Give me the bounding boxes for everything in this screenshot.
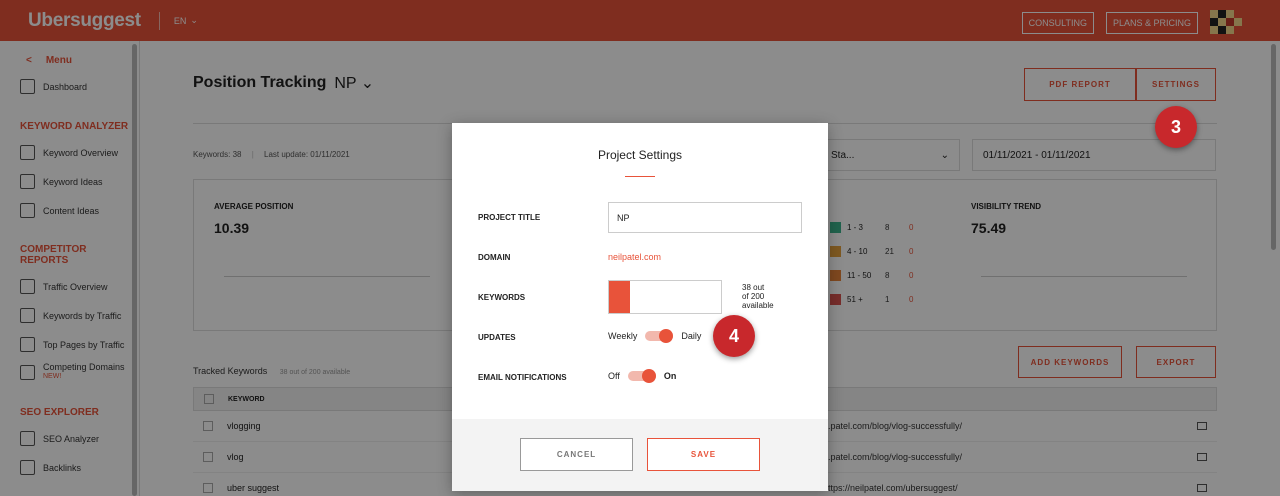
keywords-note-line: available xyxy=(742,301,774,310)
step-badge-3: 3 xyxy=(1155,106,1197,148)
updates-label: UPDATES xyxy=(478,333,516,342)
updates-daily-label: Daily xyxy=(681,331,702,341)
keywords-usage-bar xyxy=(608,280,722,314)
email-toggle-group: Off On xyxy=(608,369,677,383)
email-on-label: On xyxy=(663,371,677,381)
keywords-usage-note: 38 out of 200 available xyxy=(742,283,774,310)
title-underline xyxy=(625,176,655,177)
modal-footer: CANCEL SAVE xyxy=(452,419,828,491)
keywords-usage-fill xyxy=(609,281,630,313)
step-badge-4: 4 xyxy=(713,315,755,357)
project-title-input[interactable]: NP xyxy=(608,202,802,233)
keywords-note-line: of 200 xyxy=(742,292,765,301)
updates-toggle[interactable] xyxy=(645,329,674,343)
toggle-knob xyxy=(659,329,674,343)
save-button[interactable]: SAVE xyxy=(647,438,760,471)
domain-value: neilpatel.com xyxy=(608,252,662,262)
updates-toggle-group: Weekly Daily xyxy=(608,329,702,343)
updates-weekly-label: Weekly xyxy=(608,331,638,341)
keywords-note-line: 38 out xyxy=(742,283,765,292)
toggle-knob xyxy=(641,369,656,383)
domain-label: DOMAIN xyxy=(478,253,511,262)
email-off-label: Off xyxy=(608,371,620,381)
modal-title: Project Settings xyxy=(597,148,683,162)
project-title-label: PROJECT TITLE xyxy=(478,213,541,222)
keywords-label: KEYWORDS xyxy=(478,293,526,302)
email-notifications-toggle[interactable] xyxy=(627,369,656,383)
project-settings-modal: Project Settings PROJECT TITLE NP DOMAIN… xyxy=(452,123,828,491)
cancel-button[interactable]: CANCEL xyxy=(520,438,633,471)
email-notifications-label: EMAIL NOTIFICATIONS xyxy=(478,373,567,382)
